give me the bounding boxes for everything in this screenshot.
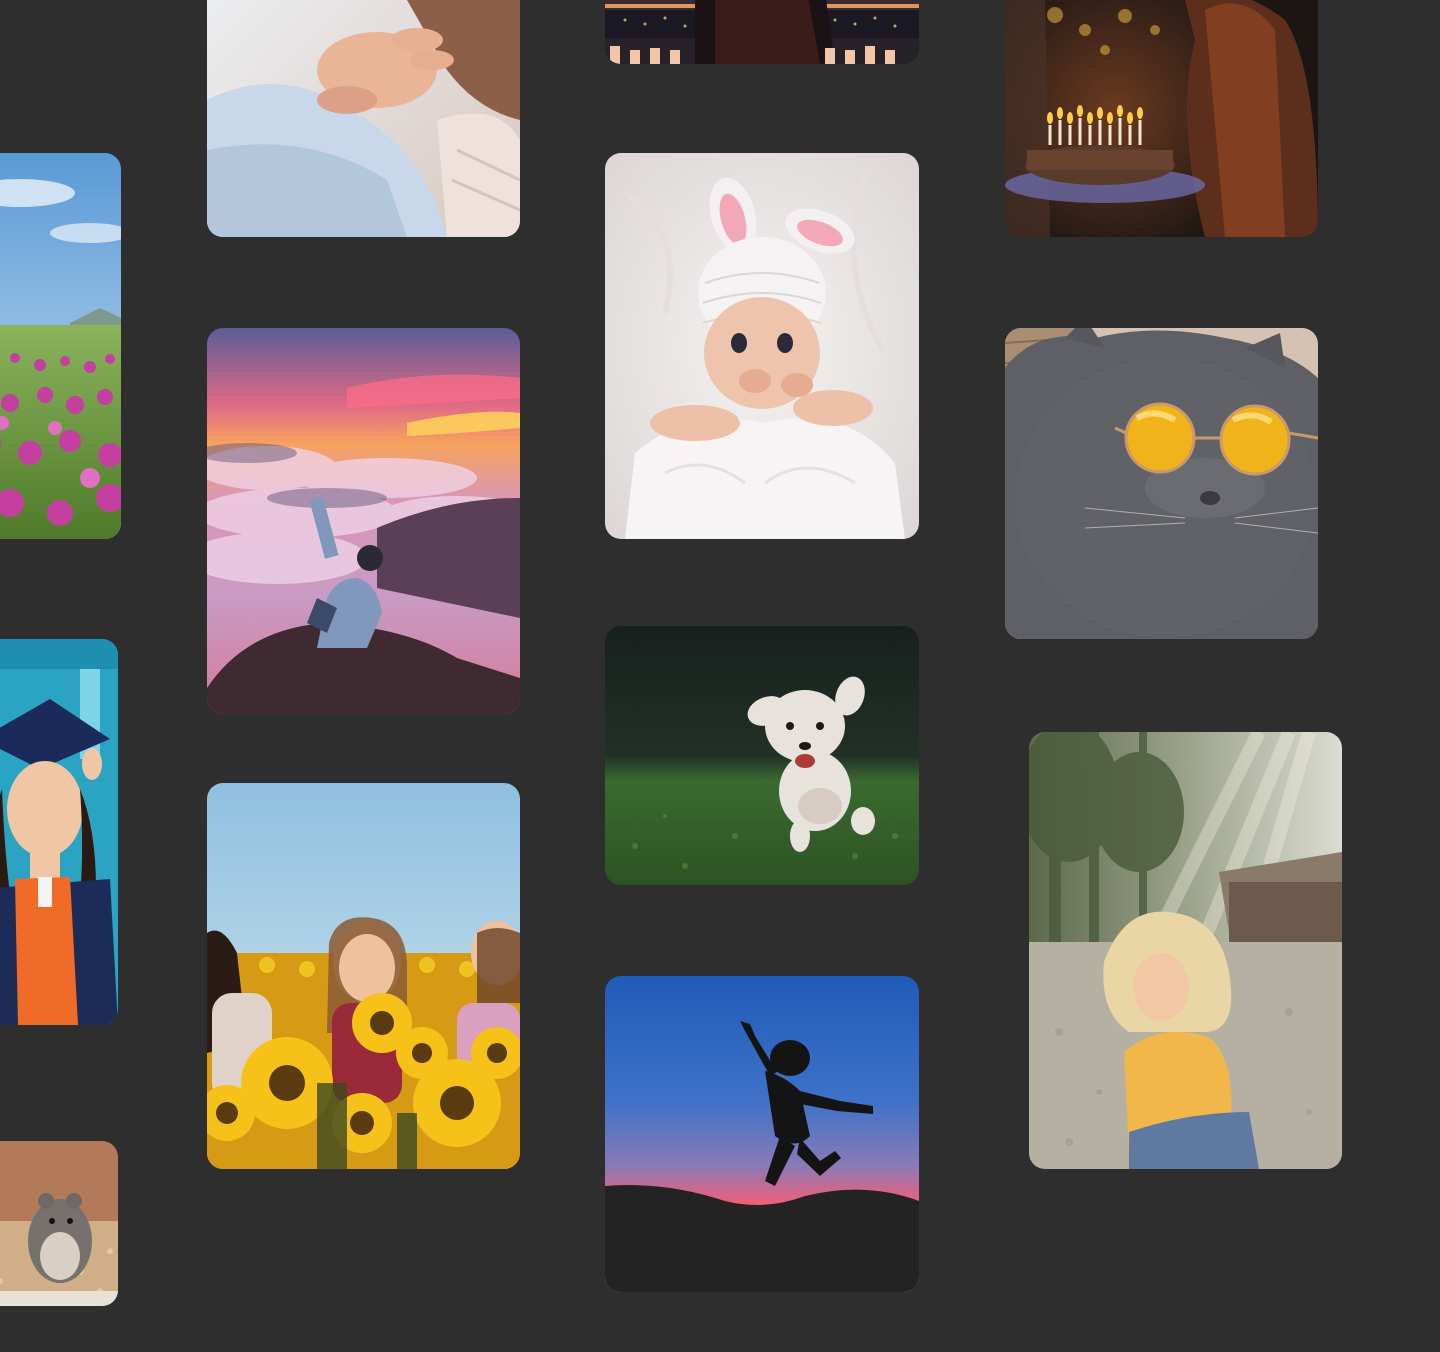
- baby-bunny-hat-image: [605, 153, 919, 539]
- photo-card-running-dog[interactable]: [605, 626, 919, 885]
- running-dog-image: [605, 626, 919, 885]
- birthday-cake-image: [1005, 0, 1318, 237]
- photo-card-hamster[interactable]: [0, 1141, 118, 1306]
- hamster-image: [0, 1141, 118, 1306]
- photo-card-sunflower-friends[interactable]: [207, 783, 520, 1169]
- photo-card-cat-sunglasses[interactable]: [1005, 328, 1318, 639]
- photo-card-city-night[interactable]: [605, 0, 919, 64]
- sunflower-friends-image: [207, 783, 520, 1169]
- jump-silhouette-image: [605, 976, 919, 1292]
- photo-card-mountain-sunset[interactable]: [207, 328, 520, 714]
- photo-card-flower-field[interactable]: [0, 153, 121, 539]
- flower-field-image: [0, 153, 121, 539]
- girl-sunlight-image: [1029, 732, 1342, 1169]
- photo-card-baby-hand[interactable]: [207, 0, 520, 237]
- photo-card-graduate[interactable]: [0, 639, 118, 1025]
- mountain-sunset-image: [207, 328, 520, 714]
- graduate-image: [0, 639, 118, 1025]
- cat-sunglasses-image: [1005, 328, 1318, 639]
- photo-card-girl-sunlight[interactable]: [1029, 732, 1342, 1169]
- photo-gallery: [0, 0, 1440, 1352]
- photo-card-birthday-cake[interactable]: [1005, 0, 1318, 237]
- photo-card-jump-silhouette[interactable]: [605, 976, 919, 1292]
- city-night-image: [605, 0, 919, 64]
- photo-card-baby-bunny-hat[interactable]: [605, 153, 919, 539]
- baby-hand-image: [207, 0, 520, 237]
